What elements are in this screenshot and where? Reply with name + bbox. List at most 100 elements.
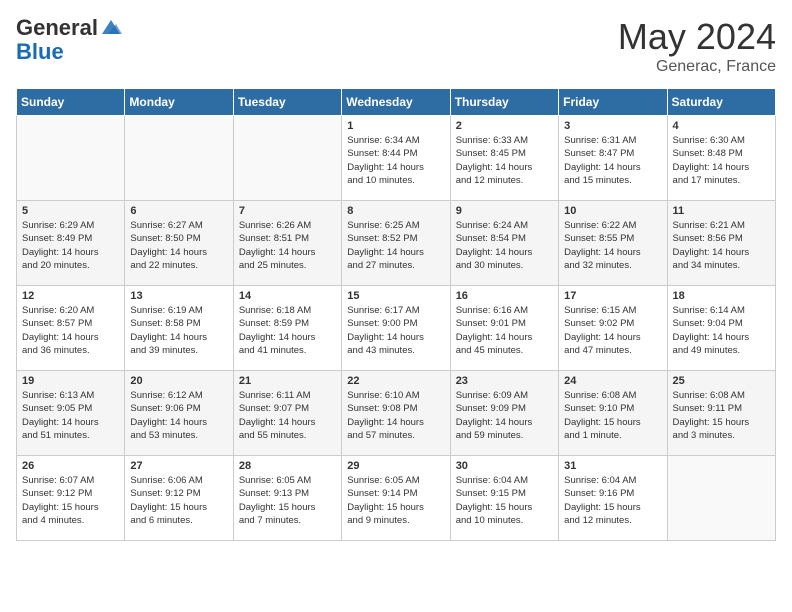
- calendar-cell: 2Sunrise: 6:33 AM Sunset: 8:45 PM Daylig…: [450, 116, 558, 201]
- day-info: Sunrise: 6:20 AM Sunset: 8:57 PM Dayligh…: [22, 304, 119, 357]
- calendar-cell: 4Sunrise: 6:30 AM Sunset: 8:48 PM Daylig…: [667, 116, 775, 201]
- calendar-cell: 19 Sunrise: 6:13 AM Sunset: 9:05 PM Dayli…: [17, 371, 125, 456]
- day-info: Sunrise: 6:04 AM Sunset: 9:16 PM Dayligh…: [564, 474, 661, 527]
- day-number: 3: [564, 120, 661, 132]
- day-info: Sunrise: 6:09 AM Sunset: 9:09 PM Dayligh…: [456, 389, 553, 442]
- day-info: Sunrise: 6:05 AM Sunset: 9:14 PM Dayligh…: [347, 474, 444, 527]
- weekday-header-friday: Friday: [559, 89, 667, 116]
- day-info: Sunrise: 6:12 AM Sunset: 9:06 PM Dayligh…: [130, 389, 227, 442]
- day-info: Sunrise: 6:34 AM Sunset: 8:44 PM Dayligh…: [347, 134, 444, 187]
- day-number: 30: [456, 460, 553, 472]
- day-info: Sunrise: 6:11 AM Sunset: 9:07 PM Dayligh…: [239, 389, 336, 442]
- day-number: 25: [673, 375, 770, 387]
- day-info: Sunrise: 6:30 AM Sunset: 8:48 PM Dayligh…: [673, 134, 770, 187]
- logo-general-text: General: [16, 16, 98, 40]
- calendar-cell: 31 Sunrise: 6:04 AM Sunset: 9:16 PM Dayli…: [559, 456, 667, 541]
- calendar-cell: 21 Sunrise: 6:11 AM Sunset: 9:07 PM Dayli…: [233, 371, 341, 456]
- day-info: Sunrise: 6:07 AM Sunset: 9:12 PM Dayligh…: [22, 474, 119, 527]
- calendar-cell: 13Sunrise: 6:19 AM Sunset: 8:58 PM Dayli…: [125, 286, 233, 371]
- day-info: Sunrise: 6:22 AM Sunset: 8:55 PM Dayligh…: [564, 219, 661, 272]
- day-info: Sunrise: 6:24 AM Sunset: 8:54 PM Dayligh…: [456, 219, 553, 272]
- calendar-week-row: 19 Sunrise: 6:13 AM Sunset: 9:05 PM Dayli…: [17, 371, 776, 456]
- calendar-cell: 25 Sunrise: 6:08 AM Sunset: 9:11 PM Dayli…: [667, 371, 775, 456]
- calendar-cell: 14Sunrise: 6:18 AM Sunset: 8:59 PM Dayli…: [233, 286, 341, 371]
- weekday-header-saturday: Saturday: [667, 89, 775, 116]
- calendar-cell: 30 Sunrise: 6:04 AM Sunset: 9:15 PM Dayli…: [450, 456, 558, 541]
- day-info: Sunrise: 6:27 AM Sunset: 8:50 PM Dayligh…: [130, 219, 227, 272]
- calendar-cell: [17, 116, 125, 201]
- day-number: 16: [456, 290, 553, 302]
- calendar-cell: 1Sunrise: 6:34 AM Sunset: 8:44 PM Daylig…: [342, 116, 450, 201]
- day-number: 7: [239, 205, 336, 217]
- day-info: Sunrise: 6:15 AM Sunset: 9:02 PM Dayligh…: [564, 304, 661, 357]
- day-info: Sunrise: 6:21 AM Sunset: 8:56 PM Dayligh…: [673, 219, 770, 272]
- day-info: Sunrise: 6:25 AM Sunset: 8:52 PM Dayligh…: [347, 219, 444, 272]
- day-info: Sunrise: 6:31 AM Sunset: 8:47 PM Dayligh…: [564, 134, 661, 187]
- day-info: Sunrise: 6:17 AM Sunset: 9:00 PM Dayligh…: [347, 304, 444, 357]
- calendar-cell: 26 Sunrise: 6:07 AM Sunset: 9:12 PM Dayli…: [17, 456, 125, 541]
- day-info: Sunrise: 6:14 AM Sunset: 9:04 PM Dayligh…: [673, 304, 770, 357]
- calendar-cell: 23 Sunrise: 6:09 AM Sunset: 9:09 PM Dayli…: [450, 371, 558, 456]
- weekday-header-sunday: Sunday: [17, 89, 125, 116]
- calendar-cell: 27 Sunrise: 6:06 AM Sunset: 9:12 PM Dayli…: [125, 456, 233, 541]
- calendar-cell: 8 Sunrise: 6:25 AM Sunset: 8:52 PM Daylig…: [342, 201, 450, 286]
- day-number: 18: [673, 290, 770, 302]
- day-info: Sunrise: 6:08 AM Sunset: 9:11 PM Dayligh…: [673, 389, 770, 442]
- weekday-header-monday: Monday: [125, 89, 233, 116]
- day-number: 31: [564, 460, 661, 472]
- day-number: 6: [130, 205, 227, 217]
- day-info: Sunrise: 6:26 AM Sunset: 8:51 PM Dayligh…: [239, 219, 336, 272]
- calendar-cell: 5 Sunrise: 6:29 AM Sunset: 8:49 PM Daylig…: [17, 201, 125, 286]
- calendar-week-row: 12 Sunrise: 6:20 AM Sunset: 8:57 PM Dayli…: [17, 286, 776, 371]
- day-info: Sunrise: 6:13 AM Sunset: 9:05 PM Dayligh…: [22, 389, 119, 442]
- day-info: Sunrise: 6:08 AM Sunset: 9:10 PM Dayligh…: [564, 389, 661, 442]
- calendar-cell: 15 Sunrise: 6:17 AM Sunset: 9:00 PM Dayli…: [342, 286, 450, 371]
- calendar-cell: [125, 116, 233, 201]
- calendar-cell: 22 Sunrise: 6:10 AM Sunset: 9:08 PM Dayli…: [342, 371, 450, 456]
- calendar-cell: 10 Sunrise: 6:22 AM Sunset: 8:55 PM Dayli…: [559, 201, 667, 286]
- day-number: 22: [347, 375, 444, 387]
- day-number: 29: [347, 460, 444, 472]
- calendar-cell: 6 Sunrise: 6:27 AM Sunset: 8:50 PM Daylig…: [125, 201, 233, 286]
- day-number: 12: [22, 290, 119, 302]
- calendar-cell: 7 Sunrise: 6:26 AM Sunset: 8:51 PM Daylig…: [233, 201, 341, 286]
- day-number: 23: [456, 375, 553, 387]
- day-number: 10: [564, 205, 661, 217]
- day-info: Sunrise: 6:29 AM Sunset: 8:49 PM Dayligh…: [22, 219, 119, 272]
- day-number: 27: [130, 460, 227, 472]
- logo-blue-text: Blue: [16, 40, 122, 64]
- day-number: 13: [130, 290, 227, 302]
- day-number: 14: [239, 290, 336, 302]
- day-number: 8: [347, 205, 444, 217]
- calendar-cell: 20Sunrise: 6:12 AM Sunset: 9:06 PM Dayli…: [125, 371, 233, 456]
- page-header: General Blue May 2024 Generac, France: [16, 16, 776, 76]
- logo: General Blue: [16, 16, 122, 64]
- day-number: 15: [347, 290, 444, 302]
- day-info: Sunrise: 6:05 AM Sunset: 9:13 PM Dayligh…: [239, 474, 336, 527]
- day-info: Sunrise: 6:06 AM Sunset: 9:12 PM Dayligh…: [130, 474, 227, 527]
- calendar-cell: 28 Sunrise: 6:05 AM Sunset: 9:13 PM Dayli…: [233, 456, 341, 541]
- calendar-cell: 9 Sunrise: 6:24 AM Sunset: 8:54 PM Daylig…: [450, 201, 558, 286]
- day-number: 5: [22, 205, 119, 217]
- day-info: Sunrise: 6:10 AM Sunset: 9:08 PM Dayligh…: [347, 389, 444, 442]
- calendar-cell: 3 Sunrise: 6:31 AM Sunset: 8:47 PM Daylig…: [559, 116, 667, 201]
- day-number: 26: [22, 460, 119, 472]
- calendar-cell: 11 Sunrise: 6:21 AM Sunset: 8:56 PM Dayli…: [667, 201, 775, 286]
- day-info: Sunrise: 6:04 AM Sunset: 9:15 PM Dayligh…: [456, 474, 553, 527]
- day-number: 21: [239, 375, 336, 387]
- day-number: 24: [564, 375, 661, 387]
- calendar-cell: 29 Sunrise: 6:05 AM Sunset: 9:14 PM Dayli…: [342, 456, 450, 541]
- day-number: 28: [239, 460, 336, 472]
- calendar-cell: 24 Sunrise: 6:08 AM Sunset: 9:10 PM Dayli…: [559, 371, 667, 456]
- day-number: 19: [22, 375, 119, 387]
- day-number: 11: [673, 205, 770, 217]
- day-number: 17: [564, 290, 661, 302]
- calendar-cell: 17 Sunrise: 6:15 AM Sunset: 9:02 PM Dayli…: [559, 286, 667, 371]
- calendar-cell: [233, 116, 341, 201]
- weekday-header-row: SundayMondayTuesdayWednesdayThursdayFrid…: [17, 89, 776, 116]
- day-info: Sunrise: 6:33 AM Sunset: 8:45 PM Dayligh…: [456, 134, 553, 187]
- day-number: 9: [456, 205, 553, 217]
- calendar-cell: [667, 456, 775, 541]
- calendar-cell: 18 Sunrise: 6:14 AM Sunset: 9:04 PM Dayli…: [667, 286, 775, 371]
- calendar-cell: 16Sunrise: 6:16 AM Sunset: 9:01 PM Dayli…: [450, 286, 558, 371]
